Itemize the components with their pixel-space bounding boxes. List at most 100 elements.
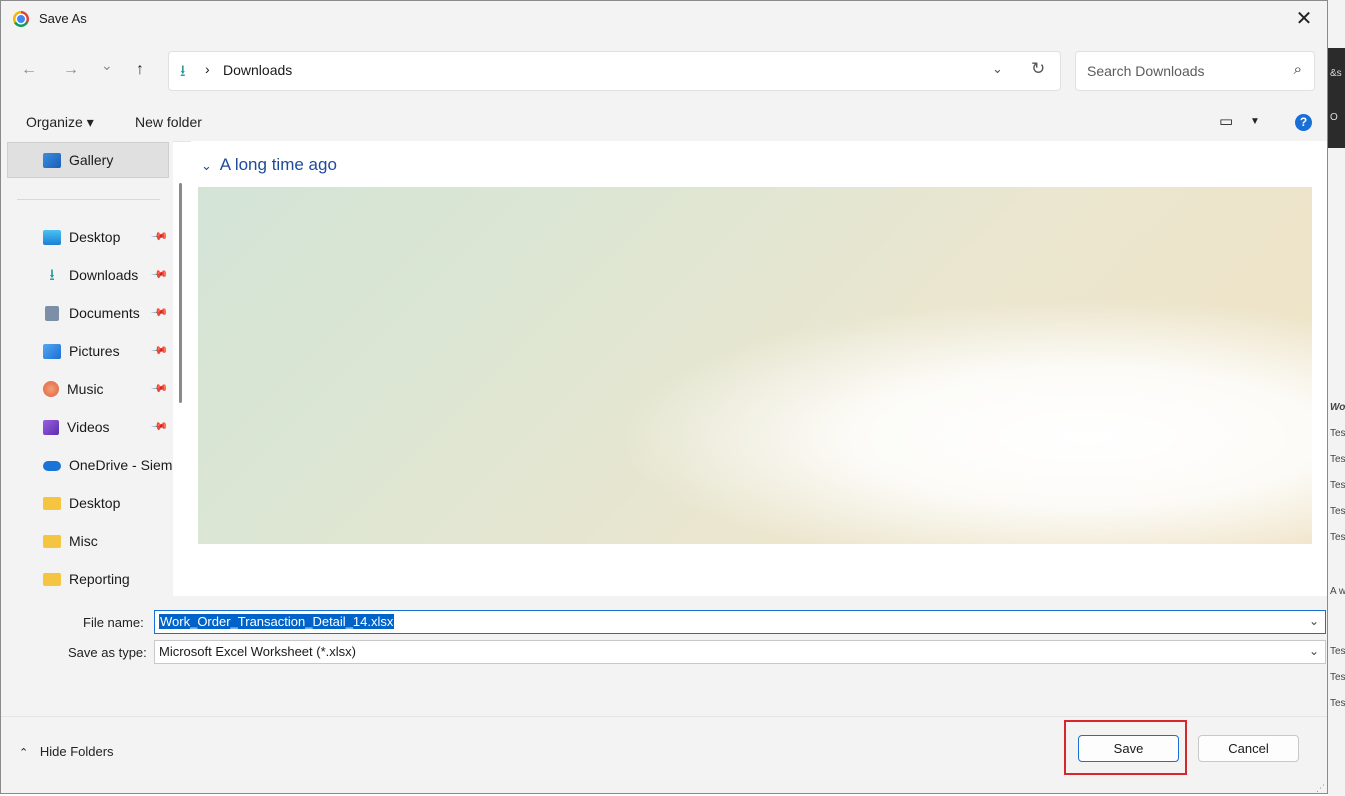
background-app-text: Tes bbox=[1330, 480, 1345, 491]
file-name-field[interactable]: Work_Order_Transaction_Detail_14.xlsx ⌄ bbox=[154, 610, 1326, 634]
up-arrow-icon[interactable]: ↑ bbox=[136, 61, 144, 79]
group-header[interactable]: ⌄ A long time ago bbox=[201, 155, 337, 175]
pin-icon: 📌 bbox=[150, 265, 169, 284]
pin-icon: 📌 bbox=[150, 341, 169, 360]
search-box[interactable]: Search Downloads ⌕ bbox=[1075, 51, 1315, 91]
sidebar-divider bbox=[17, 199, 160, 200]
background-app-text: Tes bbox=[1330, 532, 1345, 543]
pin-icon: 📌 bbox=[150, 227, 169, 246]
music-icon bbox=[43, 381, 59, 397]
group-header-label: A long time ago bbox=[219, 155, 337, 174]
sidebar-item-documents[interactable]: Documents 📌 bbox=[9, 295, 169, 331]
background-app-text: Tes bbox=[1330, 698, 1345, 709]
file-name-value: Work_Order_Transaction_Detail_14.xlsx bbox=[159, 614, 395, 629]
breadcrumb-separator: › bbox=[205, 61, 210, 77]
sidebar-item-label: Videos bbox=[67, 419, 110, 435]
sidebar-item-label: Music bbox=[67, 381, 104, 397]
forward-arrow-icon[interactable]: → bbox=[63, 61, 79, 79]
dialog-footer: ⌃ Hide Folders Save Cancel ⋰ bbox=[1, 716, 1327, 793]
search-icon[interactable]: ⌕ bbox=[1294, 61, 1302, 78]
sidebar-item-misc[interactable]: Misc bbox=[9, 523, 169, 559]
documents-icon bbox=[45, 305, 59, 321]
background-app-dark-bar bbox=[1328, 48, 1345, 148]
sidebar-item-label: Misc bbox=[69, 533, 98, 549]
address-bar[interactable]: ⭳ › Downloads ⌄ ↻ bbox=[168, 51, 1061, 91]
cancel-button[interactable]: Cancel bbox=[1198, 735, 1299, 762]
view-layout-icon[interactable]: ▭ bbox=[1219, 112, 1233, 130]
background-app-text: O bbox=[1330, 112, 1338, 123]
breadcrumb-downloads[interactable]: Downloads bbox=[223, 62, 292, 78]
pin-icon: 📌 bbox=[150, 303, 169, 322]
gallery-icon bbox=[43, 152, 61, 168]
download-icon: ⭳ bbox=[49, 266, 55, 284]
chevron-up-icon: ⌃ bbox=[19, 747, 29, 759]
background-app-text: Tes bbox=[1330, 428, 1345, 439]
file-name-label: File name: bbox=[83, 615, 144, 630]
save-as-type-value: Microsoft Excel Worksheet (*.xlsx) bbox=[159, 644, 356, 659]
view-options-caret-icon[interactable]: ▼ bbox=[1250, 116, 1260, 127]
folder-icon bbox=[43, 534, 61, 548]
save-as-type-select[interactable]: Microsoft Excel Worksheet (*.xlsx) ⌄ bbox=[154, 640, 1326, 664]
sidebar-item-pictures[interactable]: Pictures 📌 bbox=[9, 333, 169, 369]
download-icon: ⭳ bbox=[180, 63, 186, 80]
hide-folders-label: Hide Folders bbox=[39, 744, 114, 759]
background-app-text: Tes bbox=[1330, 506, 1345, 517]
save-fields: File name: Work_Order_Transaction_Detail… bbox=[1, 596, 1327, 716]
sidebar-item-onedrive[interactable]: OneDrive - Siem bbox=[9, 447, 173, 483]
file-list-pane[interactable]: ⌄ A long time ago bbox=[191, 141, 1327, 596]
sidebar-scrollbar[interactable] bbox=[179, 183, 182, 403]
sidebar-item-label: Pictures bbox=[69, 343, 120, 359]
command-bar: Organize ▾ New folder ▭ ▼ ? bbox=[1, 105, 1327, 142]
sidebar-item-label: Downloads bbox=[69, 267, 139, 283]
background-app-strip: &s O Wo Tes Tes Tes Tes Tes A w Tes Tes … bbox=[1328, 0, 1345, 796]
sidebar-item-label: Documents bbox=[69, 305, 140, 321]
navigation-bar: ← → ⌄ ↑ ⭳ › Downloads ⌄ ↻ Search Downloa… bbox=[1, 39, 1327, 105]
pictures-icon bbox=[43, 343, 61, 359]
folder-icon bbox=[43, 496, 61, 510]
background-app-text: Tes bbox=[1330, 672, 1345, 683]
navigation-pane: Gallery Desktop 📌 ⭳ Downloads 📌 Document… bbox=[1, 141, 173, 596]
onedrive-icon bbox=[43, 461, 61, 471]
save-as-type-label: Save as type: bbox=[68, 645, 147, 660]
sidebar-item-desktop-folder[interactable]: Desktop bbox=[9, 485, 169, 521]
sidebar-item-label: Desktop bbox=[69, 229, 121, 245]
sidebar-item-music[interactable]: Music 📌 bbox=[9, 371, 169, 407]
sidebar-item-desktop-pinned[interactable]: Desktop 📌 bbox=[9, 219, 169, 255]
back-arrow-icon[interactable]: ← bbox=[21, 61, 37, 79]
pin-icon: 📌 bbox=[150, 417, 169, 436]
help-icon[interactable]: ? bbox=[1295, 114, 1312, 131]
folder-icon bbox=[43, 572, 61, 586]
new-folder-button[interactable]: New folder bbox=[135, 114, 202, 130]
background-app-text: Wo bbox=[1330, 402, 1345, 413]
sidebar-item-downloads[interactable]: ⭳ Downloads 📌 bbox=[9, 257, 169, 293]
organize-menu-button[interactable]: Organize ▾ bbox=[26, 114, 94, 131]
sidebar-item-videos[interactable]: Videos 📌 bbox=[9, 409, 169, 445]
recent-locations-chevron-icon[interactable]: ⌄ bbox=[101, 57, 113, 74]
sidebar-item-label: Gallery bbox=[69, 152, 114, 168]
sidebar-item-reporting[interactable]: Reporting bbox=[9, 561, 169, 596]
sidebar-item-label: OneDrive - Siem bbox=[69, 457, 173, 473]
chevron-down-icon: ⌄ bbox=[201, 158, 212, 173]
file-thumbnail[interactable] bbox=[198, 187, 1312, 544]
search-placeholder: Search Downloads bbox=[1087, 63, 1205, 79]
background-app-text: A w bbox=[1330, 586, 1345, 597]
close-button[interactable]: ✕ bbox=[1281, 1, 1327, 39]
sidebar-item-label: Reporting bbox=[69, 571, 130, 587]
chevron-down-icon[interactable]: ⌄ bbox=[992, 61, 1003, 77]
desktop-icon bbox=[43, 229, 61, 245]
save-button[interactable]: Save bbox=[1078, 735, 1179, 762]
hide-folders-button[interactable]: ⌃ Hide Folders bbox=[19, 744, 114, 759]
save-as-dialog: Save As ✕ ← → ⌄ ↑ ⭳ › Downloads ⌄ ↻ Sear… bbox=[0, 0, 1328, 794]
sidebar-item-label: Desktop bbox=[69, 495, 121, 511]
background-app-text: Tes bbox=[1330, 454, 1345, 465]
chevron-down-icon[interactable]: ⌄ bbox=[1309, 614, 1319, 628]
chrome-icon bbox=[13, 11, 29, 27]
chevron-down-icon[interactable]: ⌄ bbox=[1309, 644, 1319, 658]
refresh-icon[interactable]: ↻ bbox=[1031, 59, 1045, 79]
sidebar-item-gallery[interactable]: Gallery bbox=[7, 142, 169, 178]
background-app-text: &s bbox=[1330, 68, 1342, 79]
pin-icon: 📌 bbox=[150, 379, 169, 398]
dialog-title: Save As bbox=[39, 11, 87, 26]
resize-grip-icon[interactable]: ⋰ bbox=[1316, 783, 1325, 793]
background-app-text: Tes bbox=[1330, 646, 1345, 657]
